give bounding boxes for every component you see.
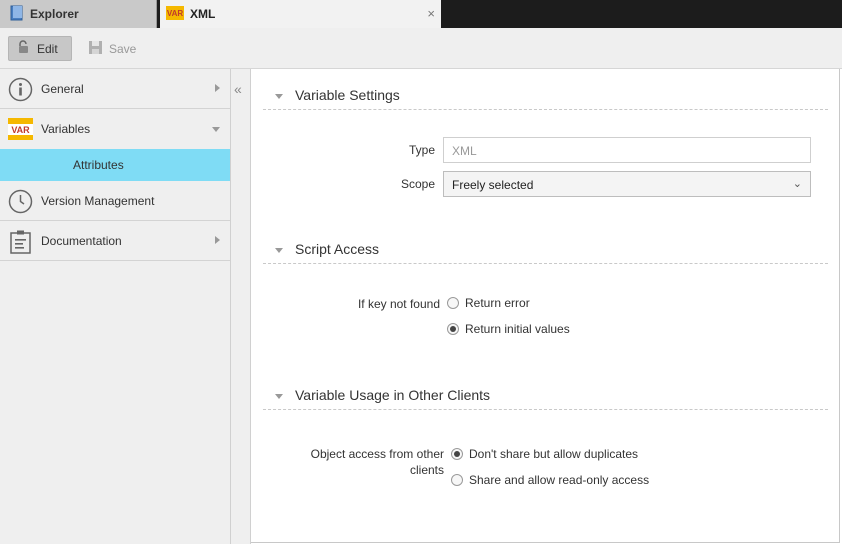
section-variable-usage-header[interactable]: Variable Usage in Other Clients (263, 384, 828, 410)
radio-label: Don't share but allow duplicates (469, 447, 639, 461)
sidebar-item-documentation[interactable]: Documentation (0, 221, 230, 261)
radio-button[interactable] (451, 474, 463, 486)
tab-bar: Explorer VAR XML × (0, 0, 842, 28)
sidebar-item-label: Variables (41, 122, 91, 136)
object-access-label-line2: clients (409, 463, 444, 477)
sidebar: General VAR Variables Attributes Version… (0, 69, 231, 544)
save-icon (88, 40, 103, 58)
collapse-sidebar-icon[interactable]: « (234, 81, 242, 97)
radio-button[interactable] (451, 448, 463, 460)
chevron-right-icon (215, 236, 220, 244)
radio-return-error[interactable]: Return error (447, 296, 530, 310)
chevron-down-icon (275, 248, 283, 253)
clock-icon (8, 189, 33, 214)
clipboard-icon (8, 229, 33, 254)
sidebar-item-label: Version Management (41, 194, 155, 208)
section-title: Variable Settings (295, 87, 400, 103)
var-icon: VAR (8, 118, 33, 143)
section-title: Variable Usage in Other Clients (295, 387, 491, 403)
sidebar-item-general[interactable]: General (0, 69, 230, 109)
object-access-label-line1: Object access from other (310, 447, 444, 461)
save-button[interactable]: Save (80, 36, 142, 61)
radio-share-read-only[interactable]: Share and allow read-only access (451, 473, 649, 487)
section-title: Script Access (295, 241, 380, 257)
radio-button[interactable] (447, 323, 459, 335)
chevron-down-icon (275, 394, 283, 399)
explorer-book-icon (10, 5, 24, 24)
tab-explorer[interactable]: Explorer (0, 0, 157, 28)
close-icon[interactable]: × (427, 6, 435, 21)
section-variable-settings-header[interactable]: Variable Settings (263, 84, 828, 110)
sidebar-item-label: Documentation (41, 234, 122, 248)
radio-return-initial-values[interactable]: Return initial values (447, 322, 570, 336)
scope-select[interactable]: Freely selected ⌄ (443, 171, 811, 197)
radio-dont-share[interactable]: Don't share but allow duplicates (451, 447, 638, 461)
tab-explorer-label: Explorer (30, 7, 79, 21)
tab-xml-label: XML (190, 7, 216, 21)
radio-button[interactable] (447, 297, 459, 309)
chevron-down-icon (275, 94, 283, 99)
var-icon: VAR (166, 5, 184, 23)
edit-button[interactable]: Edit (8, 36, 72, 61)
sidebar-item-attributes[interactable]: Attributes (0, 149, 230, 181)
scope-value: Freely selected (452, 178, 534, 192)
sidebar-item-version-management[interactable]: Version Management (0, 181, 230, 221)
save-label: Save (109, 41, 137, 56)
main-panel: Variable Settings Type XML Scope Freely … (251, 69, 840, 543)
section-script-access-header[interactable]: Script Access (263, 238, 828, 264)
svg-text:VAR: VAR (167, 9, 184, 18)
type-field[interactable]: XML (443, 137, 811, 163)
info-icon (8, 77, 33, 102)
chevron-down-icon: ⌄ (792, 178, 802, 190)
chevron-right-icon (215, 84, 220, 92)
scope-label: Scope (400, 177, 435, 191)
radio-label: Return error (465, 296, 530, 310)
toolbar: Edit Save (0, 28, 842, 69)
chevron-down-icon (212, 127, 220, 132)
svg-text:VAR: VAR (11, 125, 30, 135)
unlock-icon (17, 40, 31, 57)
radio-label: Share and allow read-only access (469, 473, 650, 487)
sidebar-collapse-gutter: « (231, 69, 251, 544)
sidebar-item-label: Attributes (73, 158, 124, 172)
sidebar-item-variables[interactable]: VAR Variables (0, 109, 230, 149)
if-key-not-found-label: If key not found (357, 297, 440, 311)
type-label: Type (408, 143, 435, 157)
radio-label: Return initial values (465, 322, 570, 336)
edit-label: Edit (37, 41, 58, 56)
tab-xml[interactable]: VAR XML × (160, 0, 441, 28)
sidebar-item-label: General (41, 82, 84, 96)
